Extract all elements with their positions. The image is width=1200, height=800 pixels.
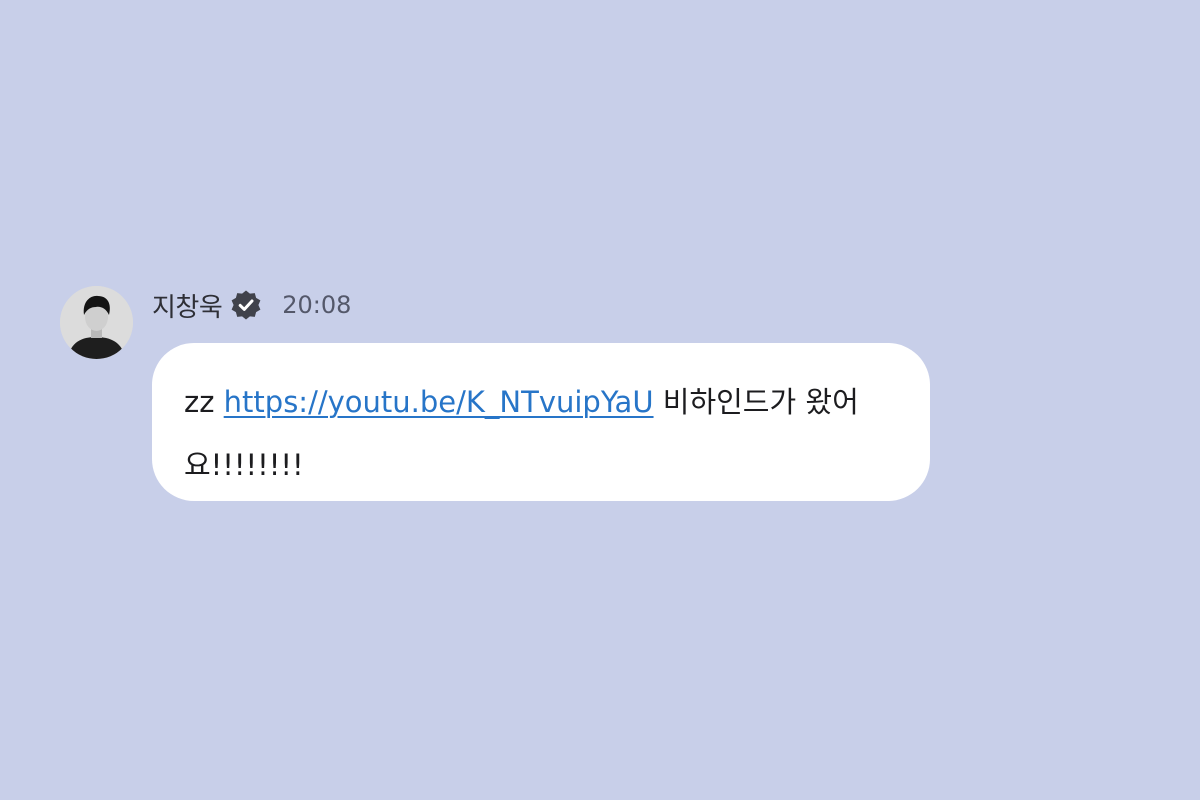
sender-name[interactable]: 지창욱	[152, 287, 223, 324]
avatar[interactable]	[60, 286, 133, 359]
message-bubble[interactable]: zz https://youtu.be/K_NTvuipYaU 비하인드가 왔어…	[152, 343, 930, 501]
message-timestamp: 20:08	[282, 291, 352, 319]
verified-badge-icon	[230, 289, 262, 321]
message-text-prefix: zz	[184, 385, 224, 419]
youtube-link[interactable]: https://youtu.be/K_NTvuipYaU	[224, 385, 654, 419]
message-header: 지창욱 20:08	[152, 284, 351, 326]
avatar-portrait	[60, 286, 133, 359]
